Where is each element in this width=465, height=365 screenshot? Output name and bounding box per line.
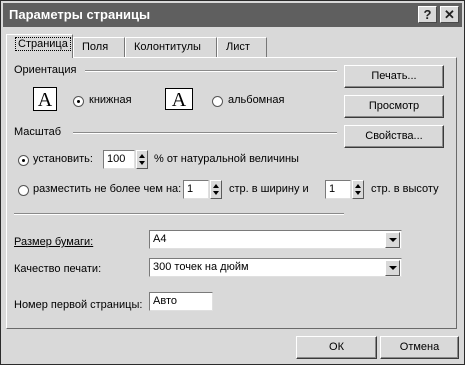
- scale-percent-spinner[interactable]: [136, 150, 148, 169]
- portrait-icon: A: [33, 87, 57, 111]
- help-button[interactable]: ?: [418, 6, 437, 23]
- scale-divider: [73, 132, 337, 134]
- first-page-label: Номер первой страницы:: [14, 299, 143, 311]
- orientation-label: Ориентация: [14, 64, 77, 76]
- close-button[interactable]: ✕: [440, 6, 459, 23]
- scale-percent-input[interactable]: 100: [103, 150, 135, 169]
- page-tab-panel: Ориентация A книжная A альбомная Масштаб…: [6, 57, 457, 329]
- print-quality-label: Качество печати:: [14, 263, 102, 275]
- spin-up-icon: [139, 154, 145, 158]
- help-icon: ?: [423, 7, 432, 22]
- scale-fit-radio[interactable]: [18, 185, 29, 196]
- properties-button[interactable]: Свойства...: [344, 125, 444, 148]
- fit-width-spinner[interactable]: [210, 180, 222, 199]
- spin-down-icon: [213, 191, 219, 195]
- spin-down-icon: [355, 191, 361, 195]
- landscape-label[interactable]: альбомная: [228, 94, 284, 106]
- properties-button-label: Свойства...: [365, 130, 423, 142]
- print-quality-value: 300 точек на дюйм: [153, 261, 249, 273]
- scale-fit-label[interactable]: разместить не более чем на:: [33, 183, 181, 195]
- print-button[interactable]: Печать...: [344, 65, 444, 88]
- first-page-input[interactable]: Авто: [149, 292, 213, 311]
- landscape-icon: A: [165, 88, 193, 111]
- close-icon: ✕: [444, 7, 455, 22]
- ok-button-label: ОК: [329, 341, 344, 353]
- scale-set-suffix: % от натуральной величины: [154, 153, 299, 165]
- orientation-divider: [85, 70, 337, 72]
- fit-height-suffix: стр. в высоту: [371, 183, 439, 195]
- scale-set-radio[interactable]: [18, 155, 29, 166]
- preview-button-label: Просмотр: [368, 100, 420, 112]
- spin-up-icon: [213, 184, 219, 188]
- page-setup-dialog: Параметры страницы ? ✕ Страница Поля Кол…: [0, 0, 465, 365]
- tab-margins[interactable]: Поля: [73, 37, 125, 57]
- preview-button[interactable]: Просмотр: [344, 95, 444, 118]
- chevron-down-icon[interactable]: [385, 260, 400, 276]
- tab-headers-footers-label: Колонтитулы: [134, 41, 201, 53]
- print-button-label: Печать...: [371, 70, 417, 82]
- tab-page[interactable]: Страница: [6, 34, 73, 58]
- paper-size-value: A4: [153, 233, 167, 245]
- tab-sheet[interactable]: Лист: [217, 37, 267, 57]
- cancel-button[interactable]: Отмена: [380, 336, 459, 359]
- portrait-radio[interactable]: [73, 96, 84, 107]
- tab-sheet-label: Лист: [226, 41, 250, 53]
- portrait-label[interactable]: книжная: [89, 94, 132, 106]
- spin-down-icon: [139, 161, 145, 165]
- title-bar: Параметры страницы ? ✕: [3, 3, 462, 27]
- fit-width-input[interactable]: 1: [183, 180, 209, 199]
- tab-margins-label: Поля: [82, 41, 109, 53]
- print-quality-select[interactable]: 300 точек на дюйм: [149, 258, 402, 277]
- scale-set-label[interactable]: установить:: [33, 153, 93, 165]
- fit-height-input[interactable]: 1: [325, 180, 351, 199]
- scale-label: Масштаб: [14, 126, 62, 138]
- chevron-down-icon[interactable]: [385, 232, 400, 248]
- tab-page-label: Страница: [15, 37, 71, 51]
- fit-height-spinner[interactable]: [352, 180, 364, 199]
- cancel-button-label: Отмена: [399, 341, 440, 353]
- fit-width-suffix: стр. в ширину и: [229, 183, 309, 195]
- paper-divider: [14, 213, 344, 215]
- window-title: Параметры страницы: [9, 7, 151, 22]
- ok-button[interactable]: ОК: [296, 336, 377, 359]
- landscape-radio[interactable]: [212, 96, 223, 107]
- spin-up-icon: [355, 184, 361, 188]
- paper-size-select[interactable]: A4: [149, 230, 402, 249]
- tab-headers-footers[interactable]: Колонтитулы: [125, 37, 217, 57]
- paper-size-label: Размер бумаги:: [14, 236, 94, 248]
